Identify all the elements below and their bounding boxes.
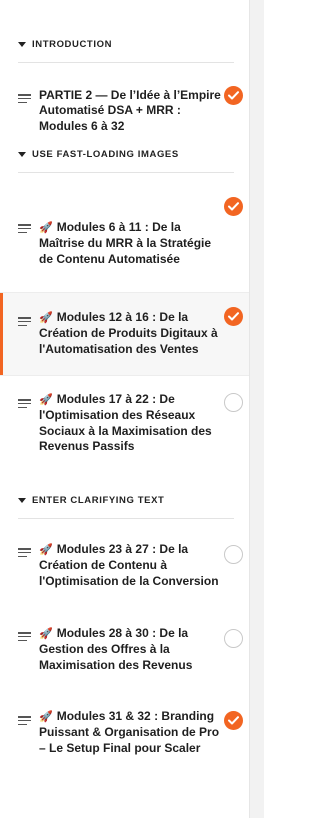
lesson-title: 🚀 Modules 31 & 32 : Branding Puissant & O…: [39, 709, 220, 755]
incomplete-circle-icon[interactable]: [224, 629, 243, 648]
section-header-clarifying-text[interactable]: ENTER CLARIFYING TEXT: [18, 492, 164, 508]
section-header-introduction[interactable]: INTRODUCTION: [18, 36, 112, 52]
section-title: INTRODUCTION: [32, 38, 113, 50]
drag-handle-icon[interactable]: [18, 632, 31, 642]
lesson-title: PARTIE 2 — De l’Idée à l’Empire Automati…: [39, 88, 221, 133]
rocket-icon: 🚀: [39, 711, 53, 723]
completed-check-icon[interactable]: [224, 86, 243, 105]
caret-down-icon: [18, 497, 26, 503]
drag-handle-icon[interactable]: [18, 716, 31, 726]
caret-down-icon: [18, 151, 26, 157]
section-divider: [18, 172, 234, 173]
completed-check-icon[interactable]: [224, 197, 243, 216]
incomplete-circle-icon[interactable]: [224, 393, 243, 412]
drag-handle-icon[interactable]: [18, 224, 31, 234]
drag-handle-icon[interactable]: [18, 317, 31, 327]
curriculum-panel: INTRODUCTION PARTIE 2 — De l’Idée à l’Em…: [0, 0, 249, 818]
drag-handle-icon[interactable]: [18, 94, 31, 104]
drag-handle-icon[interactable]: [18, 548, 31, 558]
drag-handle-icon[interactable]: [18, 399, 31, 409]
lesson-title: 🚀 Modules 23 à 27 : De la Création de Con…: [39, 542, 219, 588]
scrollbar[interactable]: [249, 0, 264, 818]
lesson-item[interactable]: 🚀 Modules 23 à 27 : De la Création de Con…: [0, 526, 249, 604]
caret-down-icon: [18, 41, 26, 47]
completed-check-icon[interactable]: [224, 711, 243, 730]
rocket-icon: 🚀: [39, 222, 53, 234]
lesson-title: 🚀 Modules 6 à 11 : De la Maîtrise du MRR …: [39, 220, 212, 266]
lesson-item[interactable]: 🚀 Modules 17 à 22 : De l'Optimisation des…: [0, 376, 249, 466]
section-divider: [18, 62, 234, 63]
section-divider: [18, 518, 234, 519]
lesson-item-active[interactable]: 🚀 Modules 12 à 16 : De la Création de Pro…: [0, 293, 249, 375]
lesson-title: 🚀 Modules 28 à 30 : De la Gestion des Off…: [39, 626, 193, 672]
rocket-icon: 🚀: [39, 394, 53, 406]
rocket-icon: 🚀: [39, 544, 53, 556]
section-header-fast-loading-images[interactable]: USE FAST-LOADING IMAGES: [18, 146, 179, 162]
incomplete-circle-icon[interactable]: [224, 545, 243, 564]
completed-check-icon[interactable]: [224, 307, 243, 326]
lesson-item[interactable]: 🚀 Modules 6 à 11 : De la Maîtrise du MRR …: [0, 180, 249, 292]
lesson-item[interactable]: PARTIE 2 — De l’Idée à l’Empire Automati…: [0, 70, 249, 138]
rocket-icon: 🚀: [39, 628, 53, 640]
rocket-icon: 🚀: [39, 312, 53, 324]
lesson-title: 🚀 Modules 12 à 16 : De la Création de Pro…: [39, 310, 218, 356]
section-title: USE FAST-LOADING IMAGES: [32, 148, 179, 160]
lesson-item[interactable]: 🚀 Modules 31 & 32 : Branding Puissant & O…: [0, 694, 249, 786]
lesson-item[interactable]: 🚀 Modules 28 à 30 : De la Gestion des Off…: [0, 610, 249, 682]
lesson-title: 🚀 Modules 17 à 22 : De l'Optimisation des…: [39, 392, 212, 454]
section-title: ENTER CLARIFYING TEXT: [32, 494, 165, 506]
